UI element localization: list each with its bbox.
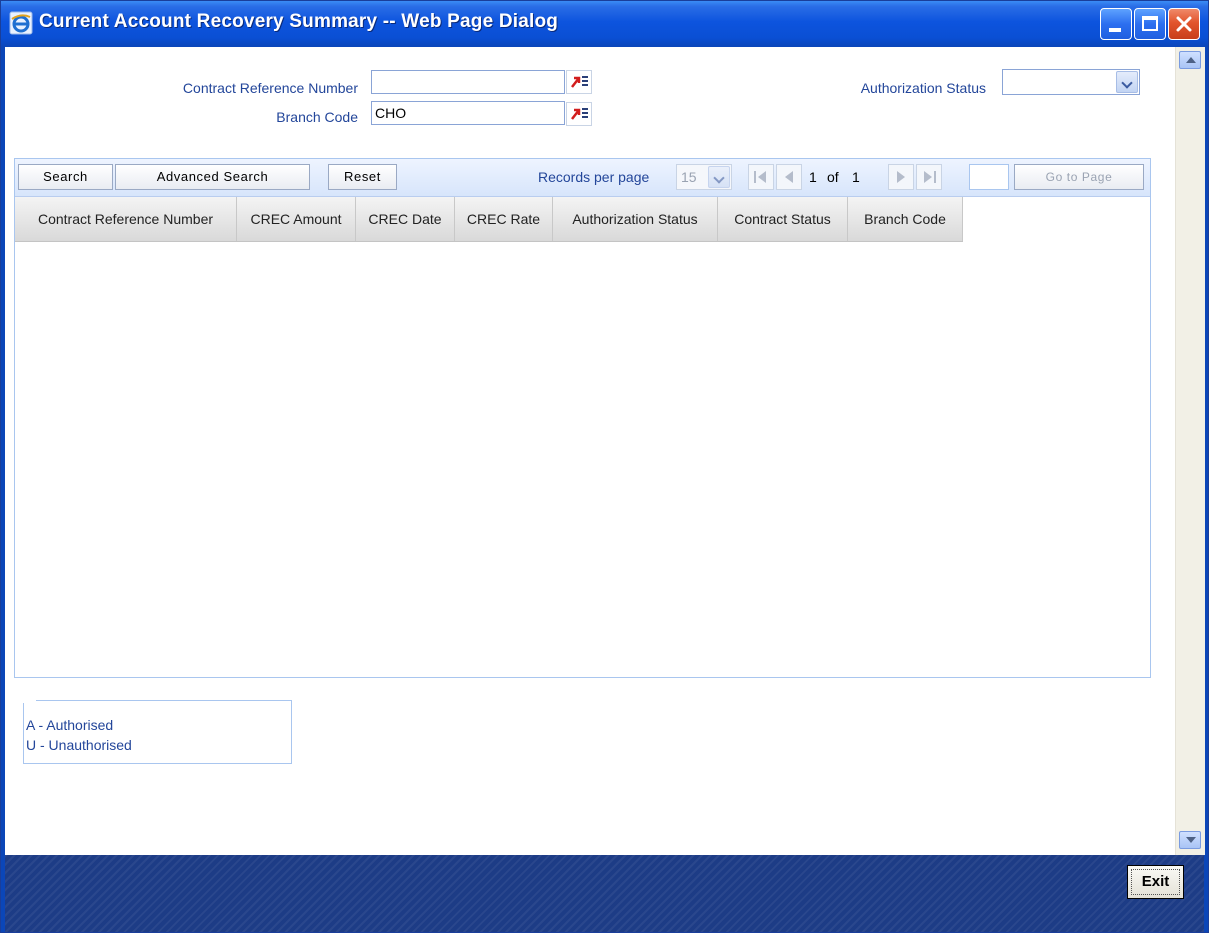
legend-border-gap <box>23 700 36 703</box>
maximize-button[interactable] <box>1134 8 1166 40</box>
column-header[interactable]: Contract Status <box>718 197 848 241</box>
reset-button[interactable]: Reset <box>328 164 397 190</box>
internet-explorer-icon <box>9 11 33 35</box>
branch-code-label: Branch Code <box>276 109 358 125</box>
records-per-page-select[interactable]: 15 <box>676 164 732 190</box>
results-toolbar: Search Advanced Search Reset Records per… <box>15 159 1150 197</box>
auth-status-select[interactable] <box>1002 69 1140 95</box>
contract-ref-lov-icon[interactable] <box>566 70 592 94</box>
results-panel: Search Advanced Search Reset Records per… <box>14 158 1151 678</box>
legend-unauthorised: U - Unauthorised <box>26 737 132 753</box>
dialog-window: Current Account Recovery Summary -- Web … <box>0 0 1209 933</box>
grid-body <box>15 242 1150 677</box>
status-legend: A - Authorised U - Unauthorised <box>23 700 292 764</box>
first-page-icon[interactable] <box>748 164 774 190</box>
column-header[interactable]: CREC Amount <box>237 197 356 241</box>
vertical-scrollbar[interactable] <box>1175 47 1205 855</box>
window-title: Current Account Recovery Summary -- Web … <box>39 11 559 32</box>
exit-button[interactable]: Exit <box>1127 865 1184 899</box>
advanced-search-button[interactable]: Advanced Search <box>115 164 310 190</box>
goto-page-input[interactable] <box>969 164 1009 190</box>
grid-header: Contract Reference Number CREC Amount CR… <box>15 197 963 242</box>
scroll-up-icon[interactable] <box>1179 51 1201 69</box>
legend-authorised: A - Authorised <box>26 717 114 733</box>
next-page-icon[interactable] <box>888 164 914 190</box>
chevron-down-icon[interactable] <box>1116 71 1138 93</box>
minimize-button[interactable] <box>1100 8 1132 40</box>
current-page: 1 <box>809 169 817 185</box>
previous-page-icon[interactable] <box>776 164 802 190</box>
records-per-page-label: Records per page <box>538 169 650 185</box>
minimize-icon <box>1109 28 1121 32</box>
close-button[interactable] <box>1168 8 1200 40</box>
column-header[interactable]: CREC Date <box>356 197 455 241</box>
dialog-content: Contract Reference Number Branch Code Au… <box>5 47 1175 855</box>
close-icon <box>1176 16 1192 32</box>
of-label: of <box>827 169 839 185</box>
contract-ref-label: Contract Reference Number <box>182 80 358 96</box>
chevron-down-icon[interactable] <box>708 166 730 188</box>
column-header[interactable]: CREC Rate <box>455 197 553 241</box>
search-button[interactable]: Search <box>18 164 113 190</box>
goto-page-button[interactable]: Go to Page <box>1014 164 1144 190</box>
title-bar[interactable]: Current Account Recovery Summary -- Web … <box>1 1 1208 47</box>
column-header[interactable]: Authorization Status <box>553 197 718 241</box>
records-per-page-value: 15 <box>681 169 697 185</box>
maximize-icon <box>1142 16 1158 31</box>
scroll-down-icon[interactable] <box>1179 831 1201 849</box>
branch-code-input[interactable] <box>371 101 565 125</box>
branch-code-lov-icon[interactable] <box>566 102 592 126</box>
contract-ref-input[interactable] <box>371 70 565 94</box>
last-page-icon[interactable] <box>916 164 942 190</box>
total-pages: 1 <box>852 169 860 185</box>
footer-bar: Exit <box>5 855 1204 932</box>
auth-status-label: Authorization Status <box>860 80 986 96</box>
column-header[interactable]: Branch Code <box>848 197 963 241</box>
column-header[interactable]: Contract Reference Number <box>15 197 237 241</box>
